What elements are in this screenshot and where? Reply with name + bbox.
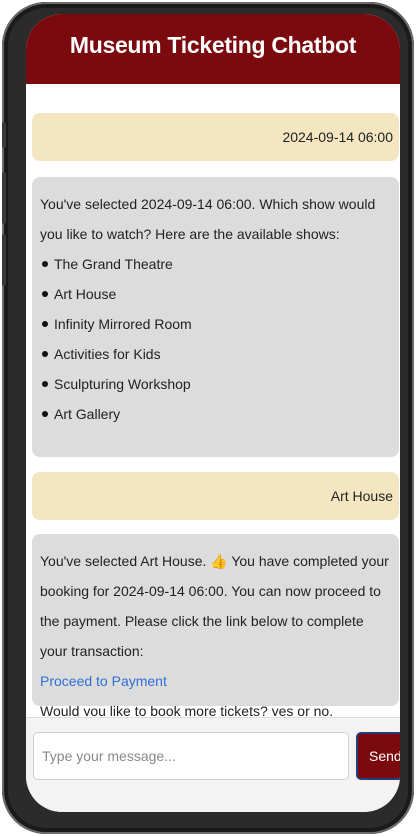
bot-message-text: You've selected 2024-09-14 06:00. Which …: [40, 196, 376, 242]
user-message-text: 2024-09-14 06:00: [282, 129, 393, 145]
bot-message: You've selected Art House. 👍 You have co…: [32, 534, 399, 716]
send-button[interactable]: Send: [356, 732, 400, 780]
app-title: Museum Ticketing Chatbot: [69, 32, 357, 58]
bot-followup-text: Would you like to book more tickets? yes…: [40, 703, 334, 716]
phone-screen: Museum Ticketing Chatbot 2024-09-14 06:0…: [26, 14, 400, 812]
chat-log[interactable]: 2024-09-14 06:00 You've selected 2024-09…: [26, 84, 400, 716]
user-message: Art House: [32, 472, 399, 520]
list-item: Infinity Mirrored Room: [42, 309, 393, 339]
phone-mute-switch: [2, 122, 6, 148]
list-item: Art House: [42, 279, 393, 309]
user-message-text: Art House: [330, 488, 393, 504]
phone-volume-down-button: [2, 234, 6, 286]
bot-message: You've selected 2024-09-14 06:00. Which …: [32, 177, 399, 457]
app-header: Museum Ticketing Chatbot: [26, 14, 400, 84]
thumbs-up-icon: 👍: [210, 553, 228, 569]
phone-frame: Museum Ticketing Chatbot 2024-09-14 06:0…: [2, 2, 414, 834]
list-item: Activities for Kids: [42, 339, 393, 369]
list-item: The Grand Theatre: [42, 249, 393, 279]
bot-message-text-part: You've selected Art House.: [40, 553, 207, 569]
phone-volume-up-button: [2, 172, 6, 224]
message-input[interactable]: [33, 732, 349, 780]
user-message: 2024-09-14 06:00: [32, 113, 399, 161]
bot-message-text: You've selected Art House. 👍 You have co…: [40, 546, 393, 666]
list-item: Art Gallery: [42, 399, 393, 429]
list-item: Sculpturing Workshop: [42, 369, 393, 399]
proceed-to-payment-link[interactable]: Proceed to Payment: [40, 673, 167, 689]
shows-list: The Grand Theatre Art House Infinity Mir…: [40, 249, 393, 429]
message-input-bar: Send: [26, 717, 400, 812]
